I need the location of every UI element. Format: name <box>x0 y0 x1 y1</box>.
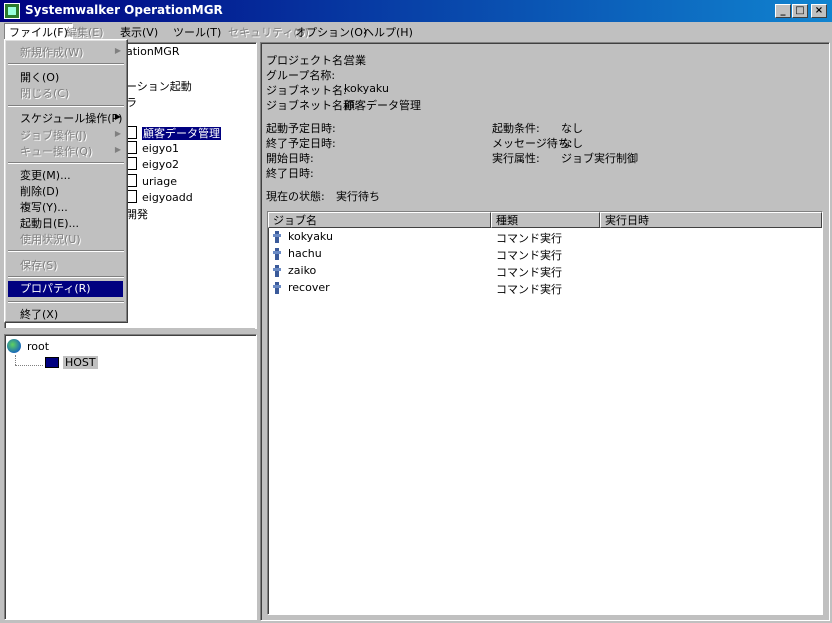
menu-edit[interactable]: 編集(E) <box>66 24 104 40</box>
submenu-arrow-icon: ▶ <box>114 46 121 55</box>
column-header-type[interactable]: 種類 <box>491 212 600 228</box>
job-icon <box>273 265 281 277</box>
pane-splitter[interactable] <box>4 328 255 332</box>
app-icon[interactable] <box>4 3 20 19</box>
close-button[interactable]: × <box>811 4 827 18</box>
submenu-arrow-icon: ▶ <box>114 129 121 138</box>
menu-help[interactable]: ヘルプ(H) <box>363 24 413 40</box>
submenu-arrow-icon: ▶ <box>114 145 121 154</box>
tree-item-uriage[interactable]: uriage <box>126 174 177 188</box>
window-title: Systemwalker OperationMGR <box>25 3 223 17</box>
sched-start-label: 起動予定日時: <box>266 122 336 135</box>
attr-value: ジョブ実行制御 <box>561 152 638 165</box>
start-label: 開始日時: <box>266 152 314 165</box>
title-bar[interactable]: Systemwalker OperationMGR _ □ × <box>0 0 832 22</box>
column-header-job-name[interactable]: ジョブ名 <box>268 212 491 228</box>
tree-item-kokyaku[interactable]: 顧客データ管理 <box>126 125 221 141</box>
detail-pane: プロジェクト名: 営業 グループ名称: ジョブネット名: kokyaku ジョブ… <box>260 42 830 621</box>
project-value: 営業 <box>344 54 366 67</box>
menu-item-schedule[interactable]: スケジュール操作(P) <box>20 110 122 126</box>
tree-item-root[interactable]: ationMGR <box>126 45 179 58</box>
tree-item-label: eigyoadd <box>142 191 193 204</box>
status-value: 実行待ち <box>336 190 380 203</box>
job-icon <box>273 231 281 243</box>
menu-tools[interactable]: ツール(T) <box>173 24 221 40</box>
job-type: コマンド実行 <box>496 249 562 262</box>
tree-item-label: eigyo2 <box>142 158 180 171</box>
menu-view[interactable]: 表示(V) <box>120 24 158 40</box>
minimize-button[interactable]: _ <box>775 4 791 18</box>
project-label: プロジェクト名: <box>266 54 347 67</box>
job-name: kokyaku <box>288 230 333 243</box>
tree-root[interactable]: root <box>7 339 49 353</box>
attr-label: 実行属性: <box>492 152 540 165</box>
job-type: コマンド実行 <box>496 232 562 245</box>
sched-end-label: 終了予定日時: <box>266 137 336 150</box>
menu-item-queue-op[interactable]: キュー操作(Q) <box>20 143 92 159</box>
host-label: HOST <box>63 356 98 369</box>
menu-item-open[interactable]: 開く(O) <box>20 69 59 85</box>
globe-icon <box>7 339 21 353</box>
job-name: hachu <box>288 247 322 260</box>
job-name: recover <box>288 281 330 294</box>
tree-item-eigyo1[interactable]: eigyo1 <box>126 141 179 155</box>
host-tree-pane[interactable]: root HOST <box>4 334 257 620</box>
tree-item-eigyoadd[interactable]: eigyoadd <box>126 190 193 204</box>
menu-item-delete[interactable]: 削除(D) <box>20 183 59 199</box>
menu-item-close[interactable]: 閉じる(C) <box>20 85 69 101</box>
menu-separator <box>8 162 124 164</box>
tree-line <box>15 355 16 365</box>
menu-options[interactable]: オプション(O) <box>295 24 367 40</box>
tree-item-dev[interactable]: 開発 <box>126 206 148 222</box>
menu-item-modify[interactable]: 変更(M)... <box>20 167 71 183</box>
column-header-exec-time[interactable]: 実行日時 <box>600 212 822 228</box>
menu-item-usage[interactable]: 使用状況(U) <box>20 231 81 247</box>
tree-item-label: 顧客データ管理 <box>142 127 221 140</box>
tree-item-launch[interactable]: ーション起動 <box>126 78 192 94</box>
root-label: root <box>27 340 50 353</box>
job-row[interactable]: hachu コマンド実行 <box>268 246 820 263</box>
menu-separator <box>8 63 124 65</box>
tree-item-label: uriage <box>142 175 178 188</box>
jobnet-name-value: 顧客データ管理 <box>344 99 421 112</box>
menu-item-exit[interactable]: 終了(X) <box>20 306 58 322</box>
cond-value: なし <box>561 122 583 135</box>
status-label: 現在の状態: <box>266 190 325 203</box>
menu-separator <box>8 301 124 303</box>
end-label: 終了日時: <box>266 167 314 180</box>
job-icon <box>273 248 281 260</box>
job-row[interactable]: kokyaku コマンド実行 <box>268 229 820 246</box>
job-list[interactable]: ジョブ名 種類 実行日時 kokyaku コマンド実行 hachu コマンド実行… <box>267 211 823 615</box>
computer-icon <box>45 357 59 368</box>
group-label: グループ名称: <box>266 69 336 82</box>
tree-item-eigyo2[interactable]: eigyo2 <box>126 157 179 171</box>
menu-item-start-date[interactable]: 起動日(E)... <box>20 215 79 231</box>
menu-item-save[interactable]: 保存(S) <box>20 257 58 273</box>
file-menu-dropdown: 新規作成(W) ▶ 開く(O) 閉じる(C) スケジュール操作(P) ▶ ジョブ… <box>4 39 128 323</box>
menu-item-label: 新規作成(W) <box>20 46 84 59</box>
menu-item-property[interactable]: プロパティ(R) <box>8 281 123 297</box>
job-row[interactable]: recover コマンド実行 <box>268 280 820 297</box>
menu-item-job-op[interactable]: ジョブ操作(J) <box>20 127 87 143</box>
tree-item-host[interactable]: HOST <box>45 356 98 369</box>
jobnet-label: ジョブネット名: <box>266 84 347 97</box>
menu-separator <box>8 105 124 107</box>
job-icon <box>273 282 281 294</box>
tree-item-label: eigyo1 <box>142 142 180 155</box>
tree-line <box>15 365 43 366</box>
msg-value: なし <box>561 137 583 150</box>
job-type: コマンド実行 <box>496 266 562 279</box>
job-type: コマンド実行 <box>496 283 562 296</box>
job-row[interactable]: zaiko コマンド実行 <box>268 263 820 280</box>
maximize-button[interactable]: □ <box>792 4 808 18</box>
menu-item-new[interactable]: 新規作成(W) <box>20 44 83 60</box>
menu-separator <box>8 250 124 252</box>
submenu-arrow-icon: ▶ <box>114 112 121 121</box>
jobnet-value: kokyaku <box>344 82 389 95</box>
menu-separator <box>8 276 124 278</box>
job-name: zaiko <box>288 264 317 277</box>
menu-item-copy[interactable]: 複写(Y)... <box>20 199 68 215</box>
cond-label: 起動条件: <box>492 122 540 135</box>
